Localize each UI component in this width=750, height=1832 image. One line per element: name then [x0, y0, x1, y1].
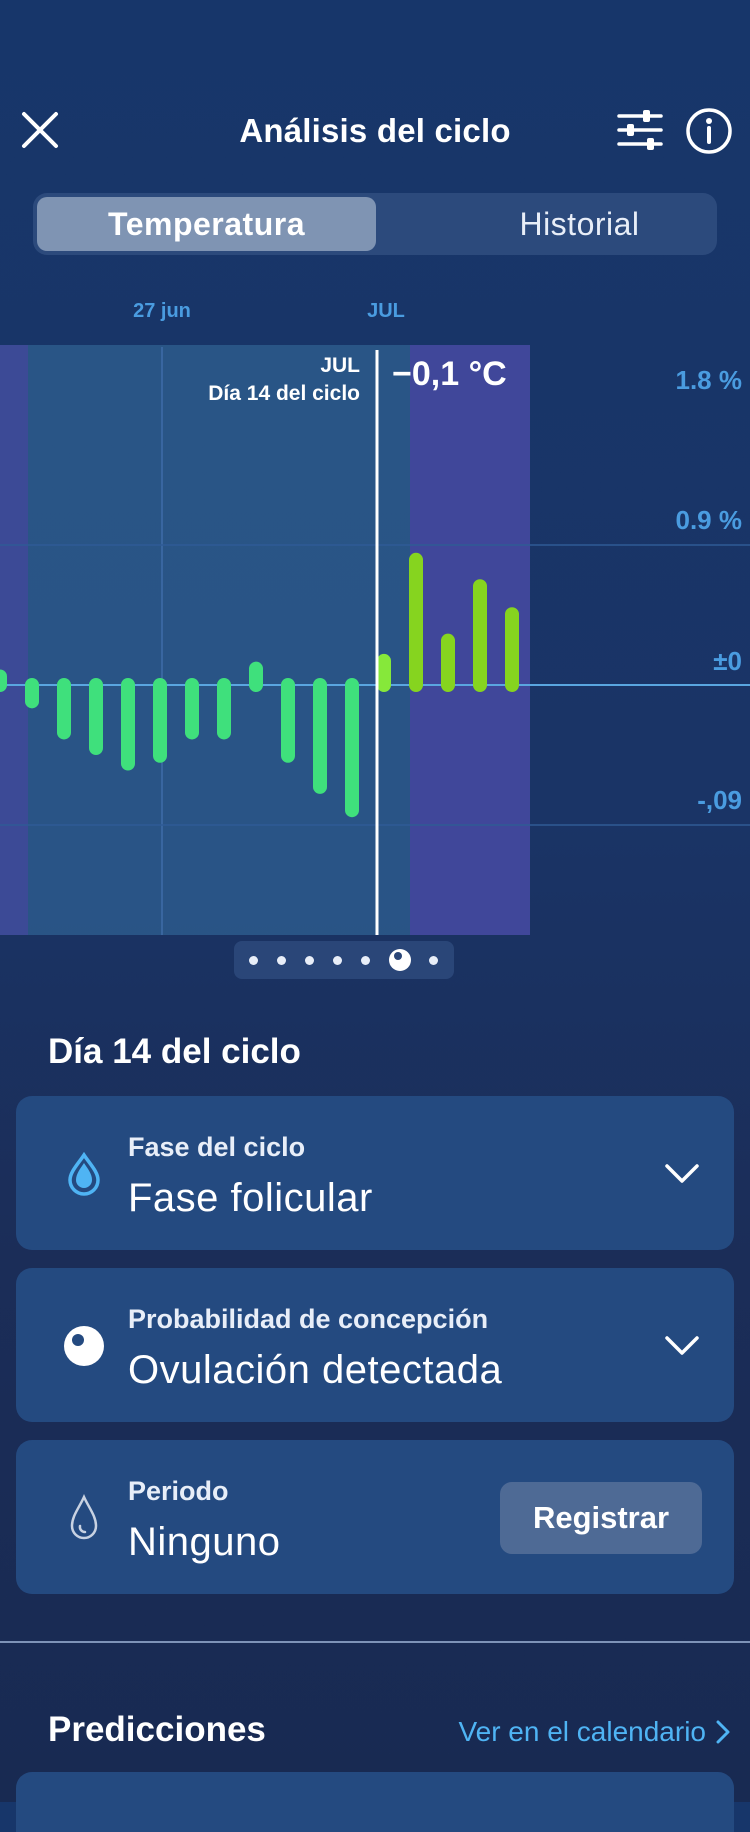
- pager-dot[interactable]: [249, 955, 259, 965]
- chart-bar[interactable]: [0, 669, 7, 692]
- period-value: Ninguno: [128, 1520, 281, 1564]
- chart-bar[interactable]: [473, 579, 487, 692]
- temperature-chart[interactable]: 27 jun JUL JUL Día 14 del ciclo −0,1 °C …: [0, 285, 750, 975]
- chart-bar[interactable]: [441, 633, 455, 692]
- info-icon[interactable]: [684, 106, 734, 156]
- phase-label: Fase del ciclo: [128, 1132, 306, 1162]
- predictions-card[interactable]: [16, 1772, 734, 1832]
- view-switcher: Temperatura Historial: [33, 193, 717, 255]
- pager-dot[interactable]: [360, 955, 370, 965]
- card-period: Periodo Ninguno Registrar: [16, 1440, 734, 1594]
- pager-dot-active[interactable]: [388, 949, 411, 971]
- chart-bar[interactable]: [505, 607, 519, 692]
- y-label-zero: ±0: [713, 646, 742, 676]
- card-conception-probability[interactable]: Probabilidad de concepción Ovulación det…: [16, 1268, 734, 1422]
- y-label-1-8: 1.8 %: [676, 365, 743, 395]
- chart-bar[interactable]: [249, 661, 263, 692]
- chart-bar[interactable]: [281, 678, 295, 763]
- card-cycle-phase[interactable]: Fase del ciclo Fase folicular: [16, 1096, 734, 1250]
- y-label-neg: -,09: [697, 785, 742, 815]
- chart-bar[interactable]: [25, 678, 39, 709]
- register-period-button[interactable]: Registrar: [500, 1482, 702, 1554]
- cursor-day-label: Día 14 del ciclo: [208, 382, 360, 405]
- chart-bar[interactable]: [89, 678, 103, 755]
- phase-value: Fase folicular: [128, 1176, 373, 1220]
- cursor-month-label: JUL: [320, 354, 360, 377]
- chevron-right-icon: [716, 1720, 730, 1744]
- chart-pager[interactable]: [234, 941, 454, 979]
- sliders-icon[interactable]: [612, 106, 668, 154]
- drop-outline-icon: [60, 1494, 108, 1542]
- selected-day-heading: Día 14 del ciclo: [48, 1032, 301, 1071]
- date-label-jul: JUL: [367, 300, 405, 322]
- chart-bar[interactable]: [57, 678, 71, 740]
- drop-icon: [60, 1150, 108, 1198]
- chart-bar[interactable]: [313, 678, 327, 794]
- cursor-value: −0,1 °C: [392, 355, 507, 393]
- view-calendar-link[interactable]: Ver en el calendario: [458, 1716, 730, 1748]
- chart-bar[interactable]: [153, 678, 167, 763]
- chart-canvas[interactable]: 27 jun JUL JUL Día 14 del ciclo −0,1 °C …: [0, 285, 750, 945]
- tab-historial[interactable]: Historial: [410, 197, 749, 251]
- conception-value: Ovulación detectada: [128, 1348, 503, 1392]
- conception-label: Probabilidad de concepción: [128, 1304, 489, 1334]
- section-divider: [0, 1641, 750, 1643]
- date-label-27jun: 27 jun: [133, 300, 191, 322]
- top-bar: Análisis del ciclo: [0, 92, 750, 172]
- chevron-down-icon[interactable]: [662, 1326, 702, 1366]
- y-label-0-9: 0.9 %: [676, 505, 743, 535]
- chart-bar[interactable]: [377, 653, 391, 692]
- chevron-down-icon[interactable]: [662, 1154, 702, 1194]
- ovulation-icon: [60, 1322, 108, 1370]
- period-label: Periodo: [128, 1476, 229, 1506]
- chart-bar[interactable]: [217, 678, 231, 740]
- view-calendar-label: Ver en el calendario: [458, 1716, 706, 1747]
- pager-dot[interactable]: [429, 955, 439, 965]
- predictions-heading: Predicciones: [48, 1710, 266, 1749]
- pager-dot[interactable]: [332, 955, 342, 965]
- tab-temperatura[interactable]: Temperatura: [37, 197, 376, 251]
- chart-bar[interactable]: [121, 678, 135, 771]
- pager-dot[interactable]: [277, 955, 287, 965]
- chart-bar[interactable]: [345, 678, 359, 818]
- phase-band-menstrual: [0, 345, 28, 935]
- phase-band-follicular: [28, 345, 410, 935]
- chart-bar[interactable]: [185, 678, 199, 740]
- pager-dot[interactable]: [305, 955, 315, 965]
- chart-bar[interactable]: [409, 552, 423, 692]
